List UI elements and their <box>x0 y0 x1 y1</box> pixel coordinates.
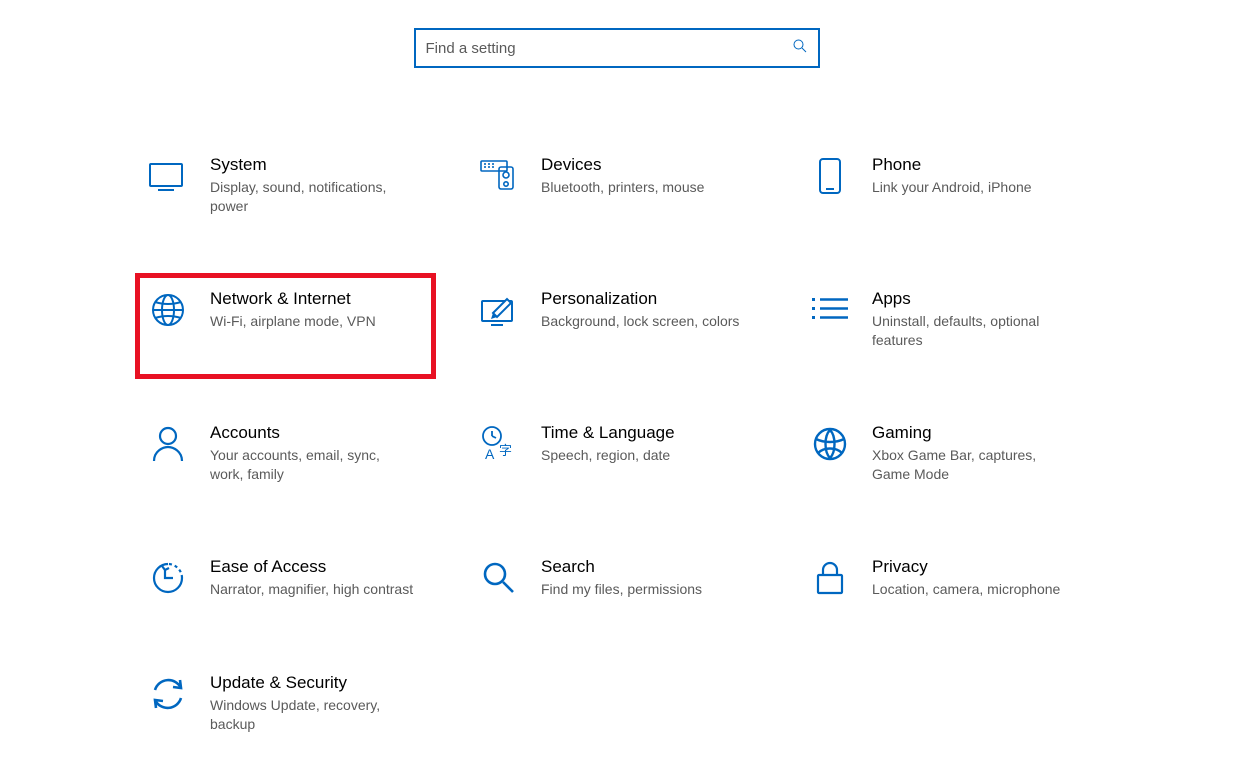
category-title: Gaming <box>872 422 1077 444</box>
category-title: Devices <box>541 154 746 176</box>
svg-text:A: A <box>485 446 495 462</box>
category-desc: Find my files, permissions <box>541 580 746 599</box>
category-desc: Your accounts, email, sync, work, family <box>210 446 415 484</box>
category-update-security[interactable]: Update & Security Windows Update, recove… <box>140 666 431 740</box>
category-personalization[interactable]: Personalization Background, lock screen,… <box>471 282 762 356</box>
personalization-icon <box>477 288 521 332</box>
category-desc: Location, camera, microphone <box>872 580 1077 599</box>
category-title: Accounts <box>210 422 415 444</box>
category-desc: Background, lock screen, colors <box>541 312 746 331</box>
category-title: Apps <box>872 288 1077 310</box>
search-icon <box>792 38 808 59</box>
time-language-icon: A 字 <box>477 422 521 466</box>
category-desc: Narrator, magnifier, high contrast <box>210 580 415 599</box>
category-desc: Speech, region, date <box>541 446 746 465</box>
category-title: Ease of Access <box>210 556 415 578</box>
category-desc: Wi-Fi, airplane mode, VPN <box>210 312 415 331</box>
category-desc: Uninstall, defaults, optional features <box>872 312 1077 350</box>
phone-icon <box>808 154 852 198</box>
category-phone[interactable]: Phone Link your Android, iPhone <box>802 148 1093 222</box>
category-accounts[interactable]: Accounts Your accounts, email, sync, wor… <box>140 416 431 490</box>
category-title: Phone <box>872 154 1077 176</box>
category-title: Privacy <box>872 556 1077 578</box>
category-desc: Link your Android, iPhone <box>872 178 1077 197</box>
svg-text:字: 字 <box>499 443 512 458</box>
globe-icon <box>146 288 190 332</box>
lock-icon <box>808 556 852 600</box>
search-input[interactable] <box>426 40 792 57</box>
gaming-icon <box>808 422 852 466</box>
category-system[interactable]: System Display, sound, notifications, po… <box>140 148 431 222</box>
category-desc: Display, sound, notifications, power <box>210 178 415 216</box>
category-title: Search <box>541 556 746 578</box>
search-input-container[interactable] <box>414 28 820 68</box>
category-desc: Xbox Game Bar, captures, Game Mode <box>872 446 1077 484</box>
category-title: Time & Language <box>541 422 746 444</box>
category-time-language[interactable]: A 字 Time & Language Speech, region, date <box>471 416 762 490</box>
category-title: Personalization <box>541 288 746 310</box>
category-ease-of-access[interactable]: Ease of Access Narrator, magnifier, high… <box>140 550 431 606</box>
category-title: Update & Security <box>210 672 415 694</box>
apps-icon <box>808 288 852 332</box>
category-network[interactable]: Network & Internet Wi-Fi, airplane mode,… <box>135 273 436 379</box>
category-desc: Windows Update, recovery, backup <box>210 696 415 734</box>
devices-icon <box>477 154 521 198</box>
category-devices[interactable]: Devices Bluetooth, printers, mouse <box>471 148 762 222</box>
update-icon <box>146 672 190 716</box>
category-search[interactable]: Search Find my files, permissions <box>471 550 762 606</box>
category-desc: Bluetooth, printers, mouse <box>541 178 746 197</box>
category-title: System <box>210 154 415 176</box>
system-icon <box>146 154 190 198</box>
ease-of-access-icon <box>146 556 190 600</box>
search-category-icon <box>477 556 521 600</box>
category-gaming[interactable]: Gaming Xbox Game Bar, captures, Game Mod… <box>802 416 1093 490</box>
accounts-icon <box>146 422 190 466</box>
category-apps[interactable]: Apps Uninstall, defaults, optional featu… <box>802 282 1093 356</box>
category-title: Network & Internet <box>210 288 415 310</box>
category-privacy[interactable]: Privacy Location, camera, microphone <box>802 550 1093 606</box>
settings-categories-grid: System Display, sound, notifications, po… <box>0 68 1233 740</box>
